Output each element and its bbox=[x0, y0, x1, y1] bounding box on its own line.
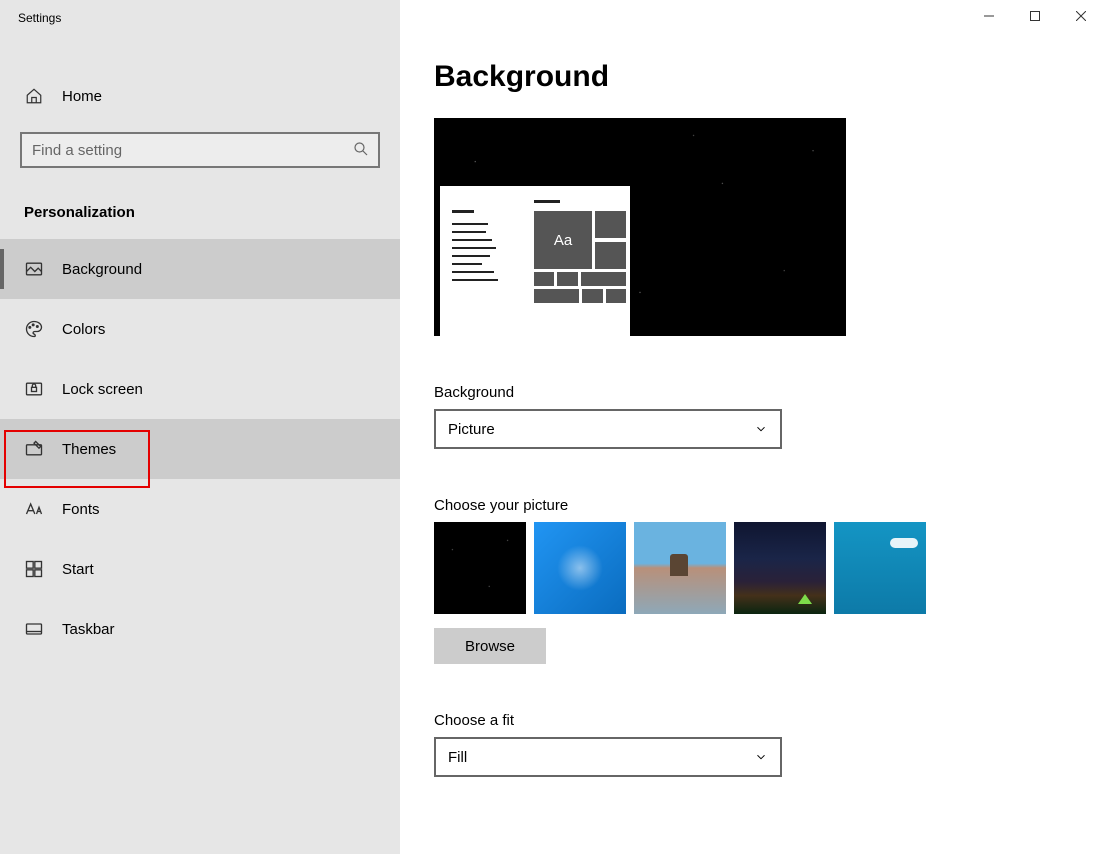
home-icon bbox=[24, 86, 44, 106]
sidebar-item-fonts[interactable]: Fonts bbox=[0, 479, 400, 539]
sidebar-item-background[interactable]: Background bbox=[0, 239, 400, 299]
picture-thumbnail[interactable] bbox=[434, 522, 526, 614]
picture-thumbnail[interactable] bbox=[634, 522, 726, 614]
sidebar-item-themes[interactable]: Themes bbox=[0, 419, 400, 479]
window-title: Settings bbox=[0, 0, 400, 36]
content: Background Aa bbox=[400, 0, 1104, 854]
sidebar-item-label: Lock screen bbox=[62, 381, 143, 398]
minimize-button[interactable] bbox=[966, 0, 1012, 32]
sidebar-item-lock-screen[interactable]: Lock screen bbox=[0, 359, 400, 419]
section-title: Personalization bbox=[0, 168, 400, 239]
picture-thumbnail[interactable] bbox=[834, 522, 926, 614]
search-input[interactable] bbox=[20, 132, 380, 168]
palette-icon bbox=[24, 319, 44, 339]
chevron-down-icon bbox=[754, 422, 768, 436]
start-icon bbox=[24, 559, 44, 579]
background-label: Background bbox=[434, 384, 1070, 401]
fit-select[interactable]: Fill bbox=[434, 737, 782, 777]
fonts-icon bbox=[24, 499, 44, 519]
home-nav[interactable]: Home bbox=[0, 72, 400, 120]
themes-icon bbox=[24, 439, 44, 459]
sidebar: Settings Home Personalization Background bbox=[0, 0, 400, 854]
picture-icon bbox=[24, 259, 44, 279]
lock-screen-icon bbox=[24, 379, 44, 399]
sidebar-item-colors[interactable]: Colors bbox=[0, 299, 400, 359]
sidebar-item-label: Taskbar bbox=[62, 621, 115, 638]
picture-thumbnail[interactable] bbox=[534, 522, 626, 614]
sidebar-item-taskbar[interactable]: Taskbar bbox=[0, 599, 400, 659]
background-preview: Aa bbox=[434, 118, 846, 336]
home-label: Home bbox=[62, 88, 102, 105]
sidebar-item-label: Colors bbox=[62, 321, 105, 338]
sidebar-item-label: Themes bbox=[62, 441, 116, 458]
choose-picture-label: Choose your picture bbox=[434, 497, 1070, 514]
maximize-button[interactable] bbox=[1012, 0, 1058, 32]
sidebar-item-label: Fonts bbox=[62, 501, 100, 518]
close-button[interactable] bbox=[1058, 0, 1104, 32]
background-select-value: Picture bbox=[448, 421, 495, 438]
sidebar-item-label: Background bbox=[62, 261, 142, 278]
browse-button[interactable]: Browse bbox=[434, 628, 546, 664]
chevron-down-icon bbox=[754, 750, 768, 764]
page-title: Background bbox=[434, 60, 1070, 94]
taskbar-icon bbox=[24, 619, 44, 639]
background-select[interactable]: Picture bbox=[434, 409, 782, 449]
fit-select-value: Fill bbox=[448, 749, 467, 766]
choose-fit-label: Choose a fit bbox=[434, 712, 1070, 729]
picture-thumbnail[interactable] bbox=[734, 522, 826, 614]
sidebar-item-start[interactable]: Start bbox=[0, 539, 400, 599]
search-icon bbox=[352, 140, 370, 158]
sidebar-item-label: Start bbox=[62, 561, 94, 578]
preview-tile-text: Aa bbox=[534, 211, 592, 269]
